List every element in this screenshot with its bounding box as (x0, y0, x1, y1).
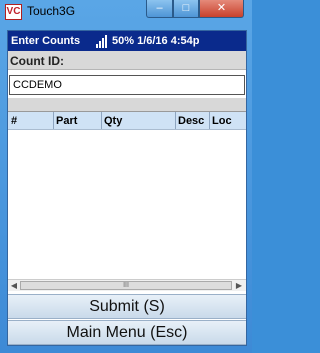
column-divider[interactable] (175, 112, 176, 129)
scroll-left-icon[interactable]: ◀ (9, 281, 19, 290)
column-header-desc[interactable]: Desc (178, 115, 204, 127)
window-title: Touch3G (27, 4, 76, 18)
screen-title: Enter Counts (11, 35, 81, 47)
battery-datetime: 50% 1/6/16 4:54p (112, 35, 200, 47)
app-window: VC Touch3G – □ ✕ Enter Counts 50% 1/6/16… (0, 0, 252, 353)
horizontal-scrollbar[interactable]: ◀ III ▶ (8, 279, 246, 291)
minimize-button[interactable]: – (146, 0, 173, 18)
column-header-part[interactable]: Part (56, 115, 77, 127)
column-header-qty[interactable]: Qty (104, 115, 122, 127)
separator-bar (8, 98, 246, 111)
status-bar: Enter Counts 50% 1/6/16 4:54p (8, 31, 246, 51)
count-id-label: Count ID: (10, 54, 64, 68)
counts-grid[interactable]: # Part Qty Desc Loc (8, 111, 246, 281)
column-divider[interactable] (101, 112, 102, 129)
count-label-bar: Count ID: (8, 51, 246, 70)
submit-button[interactable]: Submit (S) (8, 294, 246, 319)
main-menu-button[interactable]: Main Menu (Esc) (8, 320, 246, 345)
close-button[interactable]: ✕ (199, 0, 244, 18)
signal-icon (96, 35, 107, 48)
count-id-input[interactable] (9, 75, 245, 95)
app-client-area: Enter Counts 50% 1/6/16 4:54p Count ID: … (7, 30, 247, 346)
column-header-number[interactable]: # (11, 115, 17, 127)
app-icon: VC (5, 4, 22, 20)
grid-header: # Part Qty Desc Loc (8, 112, 246, 130)
maximize-button[interactable]: □ (173, 0, 199, 18)
scroll-thumb[interactable]: III (20, 281, 232, 290)
scroll-right-icon[interactable]: ▶ (234, 281, 244, 290)
column-divider[interactable] (53, 112, 54, 129)
column-divider[interactable] (209, 112, 210, 129)
column-header-loc[interactable]: Loc (212, 115, 232, 127)
title-bar[interactable]: VC Touch3G – □ ✕ (0, 0, 252, 24)
